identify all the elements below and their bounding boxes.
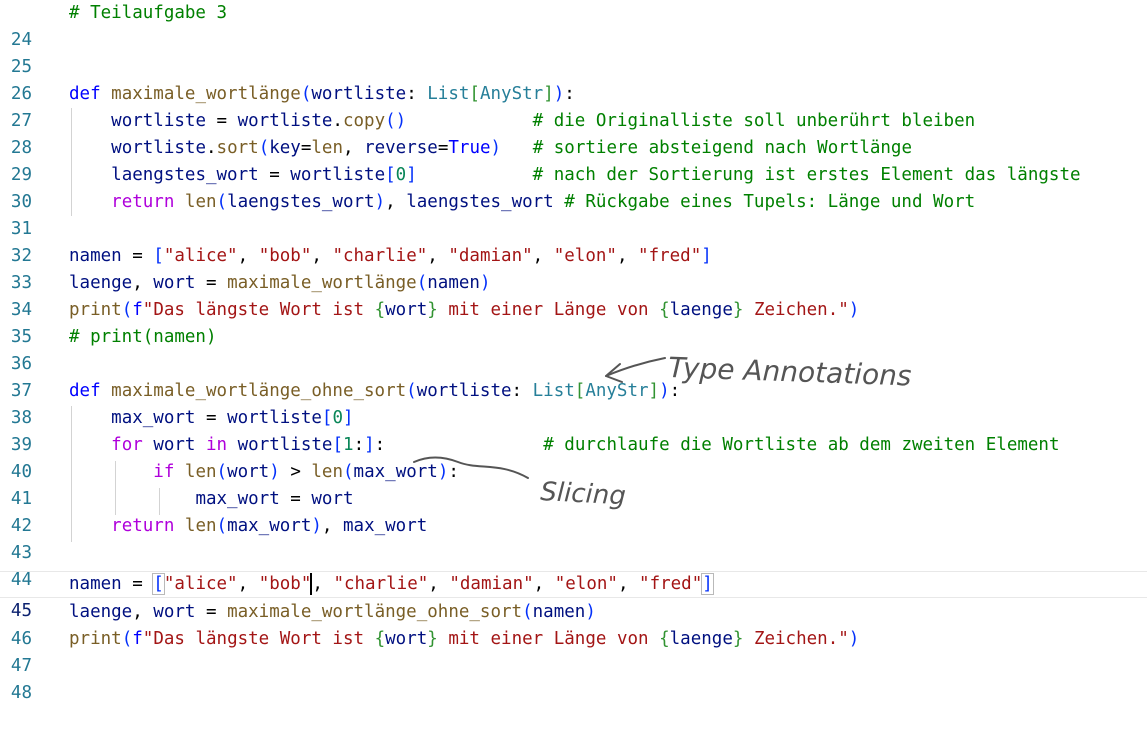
code-line[interactable]: 43 return len(max_wort), max_wort — [0, 513, 1147, 563]
code-line[interactable]: 24 # Teilaufgabe 3 — [0, 0, 1147, 50]
code-line[interactable]: 41 if len(wort) > len(max_wort): — [0, 459, 1147, 509]
comment: # die Originalliste soll unberührt bleib… — [532, 111, 976, 131]
code-line[interactable]: 37 — [0, 351, 1147, 401]
code-line[interactable]: 38 def maximale_wortlänge_ohne_sort(wort… — [0, 378, 1147, 428]
code-line[interactable]: 31 return len(laengstes_wort), laengstes… — [0, 189, 1147, 239]
code-text: # Teilaufgabe 3 — [69, 0, 227, 27]
code-line[interactable]: 42 max_wort = wort — [0, 486, 1147, 536]
bracket-match-close: ] — [701, 573, 714, 595]
code-line[interactable]: 26 — [0, 54, 1147, 104]
code-line[interactable]: 32 — [0, 216, 1147, 266]
bracket-match-open: [ — [152, 573, 165, 595]
code-line[interactable]: 33 namen = ["alice", "bob", "charlie", "… — [0, 243, 1147, 293]
code-text: def maximale_wortlänge_ohne_sort(wortlis… — [69, 381, 681, 401]
code-text: wortliste = wortliste.copy() # die Origi… — [111, 111, 976, 131]
code-text: def maximale_wortlänge(wortliste: List[A… — [69, 84, 575, 104]
line-number: 48 — [10, 683, 32, 703]
code-line[interactable]: 48 — [0, 653, 1147, 703]
code-text: print(f"Das längste Wort ist {wort} mit … — [69, 300, 860, 320]
code-text: if len(wort) > len(max_wort): — [153, 462, 459, 482]
code-line[interactable]: 30 laengstes_wort = wortliste[0] # nach … — [0, 162, 1147, 212]
code-text: namen = ["alice", "bob", "charlie", "dam… — [69, 573, 714, 595]
comment: # sortiere absteigend nach Wortlänge — [532, 138, 912, 158]
code-line-current[interactable]: 45 namen = ["alice", "bob", "charlie", "… — [0, 571, 1147, 621]
code-text: max_wort = wort — [195, 489, 354, 509]
code-text: laengstes_wort = wortliste[0] # nach der… — [111, 165, 1081, 185]
code-text: wortliste.sort(key=len, reverse=True) # … — [111, 138, 912, 158]
code-text: namen = ["alice", "bob", "charlie", "dam… — [69, 246, 712, 266]
code-line[interactable]: 35 print(f"Das längste Wort ist {wort} m… — [0, 297, 1147, 347]
code-editor[interactable]: 24 # Teilaufgabe 3 25 26 27 def maximale… — [0, 0, 1147, 703]
code-text: print(f"Das längste Wort ist {wort} mit … — [69, 629, 860, 649]
code-text: return len(laengstes_wort), laengstes_wo… — [111, 192, 976, 212]
comment: # durchlaufe die Wortliste ab dem zweite… — [543, 435, 1060, 455]
code-text: max_wort = wortliste[0] — [111, 408, 354, 428]
text-cursor — [310, 573, 313, 595]
comment: # Teilaufgabe 3 — [69, 3, 228, 23]
code-text: for wort in wortliste[1:]: # durchlaufe … — [111, 435, 1060, 455]
code-text: laenge, wort = maximale_wortlänge(namen) — [69, 273, 491, 293]
code-line[interactable]: 46 laenge, wort = maximale_wortlänge_ohn… — [0, 599, 1147, 649]
code-line[interactable]: 36 # print(namen) — [0, 324, 1147, 374]
code-line[interactable]: 47 print(f"Das längste Wort ist {wort} m… — [0, 626, 1147, 676]
code-text: laenge, wort = maximale_wortlänge_ohne_s… — [69, 602, 596, 622]
comment: # print(namen) — [69, 327, 217, 347]
code-line[interactable]: 29 wortliste.sort(key=len, reverse=True)… — [0, 135, 1147, 185]
comment: # nach der Sortierung ist erstes Element… — [532, 165, 1081, 185]
code-line[interactable]: 39 max_wort = wortliste[0] — [0, 405, 1147, 455]
code-line[interactable]: 44 — [0, 540, 1147, 590]
code-line[interactable]: 25 — [0, 27, 1147, 77]
code-line[interactable]: 28 wortliste = wortliste.copy() # die Or… — [0, 108, 1147, 158]
code-text: # print(namen) — [69, 324, 217, 351]
code-line[interactable]: 27 def maximale_wortlänge(wortliste: Lis… — [0, 81, 1147, 131]
code-text: return len(max_wort), max_wort — [111, 516, 428, 536]
code-line[interactable]: 34 laenge, wort = maximale_wortlänge(nam… — [0, 270, 1147, 320]
code-line[interactable]: 40 for wort in wortliste[1:]: # durchlau… — [0, 432, 1147, 482]
comment: # Rückgabe eines Tupels: Länge und Wort — [564, 192, 976, 212]
